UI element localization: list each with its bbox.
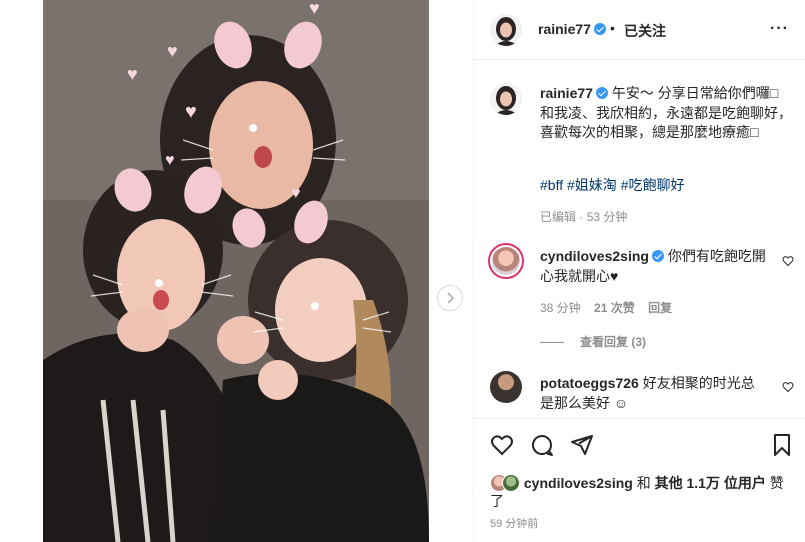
author-avatar-image: [490, 14, 522, 46]
post-actions-bar: [474, 418, 805, 470]
header-separator: •: [610, 20, 615, 36]
comment-bubble-icon[interactable]: [530, 433, 554, 457]
comment-avatar-image: [492, 247, 520, 275]
likes-lead-user[interactable]: cyndiloves2sing: [524, 475, 633, 491]
comment-meta: 38 分钟 21 次赞 回复: [540, 299, 672, 316]
view-replies-button[interactable]: 查看回复 (3): [540, 333, 646, 350]
caption-username[interactable]: rainie77: [540, 85, 593, 101]
caption-hashtags[interactable]: #bff #姐妹淘 #吃飽聊好: [540, 175, 684, 195]
comments-section: rainie77 午安～ 分享日常給你們囉□和我凌、我欣相約，永遠都是吃飽聊好，…: [474, 61, 805, 418]
carousel-next-button[interactable]: [437, 285, 463, 311]
comment-username[interactable]: potatoeggs726: [540, 375, 639, 391]
post-media-pane: ♥ ♥ ♥ ♥ ♥ ♥: [0, 0, 472, 542]
caption-author-avatar[interactable]: [490, 83, 522, 115]
liker-avatar: [502, 474, 520, 492]
comment-username[interactable]: cyndiloves2sing: [540, 248, 649, 264]
svg-text:♥: ♥: [185, 101, 197, 123]
caption-time[interactable]: 53 分钟: [587, 210, 628, 224]
reply-button[interactable]: 回复: [648, 301, 672, 315]
likes-others[interactable]: 其他: [655, 475, 683, 491]
likes-summary[interactable]: cyndiloves2sing 和 其他 1.1万 位用户 赞了: [490, 474, 790, 510]
post-photo[interactable]: ♥ ♥ ♥ ♥ ♥ ♥: [43, 0, 429, 542]
caption-author-avatar-image: [490, 83, 522, 115]
caption-meta: 已编辑 · 53 分钟: [540, 208, 627, 225]
post-header: rainie77 • 已关注 ···: [474, 0, 805, 60]
post-timestamp[interactable]: 59 分钟前: [490, 515, 538, 531]
share-paper-plane-icon[interactable]: [570, 433, 594, 457]
view-replies-label: 查看回复 (3): [580, 335, 647, 349]
svg-text:♥: ♥: [309, 0, 320, 18]
post-photo-illustration: ♥ ♥ ♥ ♥ ♥ ♥: [43, 0, 429, 542]
edited-label: 已编辑: [540, 210, 577, 224]
comment-potatoeggs726: potatoeggs726 好友相聚的时光总是那么美好 ☺: [540, 374, 768, 413]
view-replies-line: [540, 342, 564, 344]
svg-text:♥: ♥: [291, 185, 301, 202]
comment-avatar-cyndiloves2sing[interactable]: [488, 243, 524, 279]
like-heart-icon[interactable]: [490, 433, 514, 457]
likes-connector: 和: [636, 475, 651, 491]
post-sidebar: rainie77 • 已关注 ··· rainie77 午安～ 分享日常給你們囉…: [473, 0, 805, 542]
like-comment-heart-icon[interactable]: [782, 381, 794, 393]
like-comment-heart-icon[interactable]: [782, 255, 794, 267]
save-bookmark-icon[interactable]: [770, 433, 794, 457]
svg-text:♥: ♥: [165, 152, 175, 169]
verified-badge-icon: [651, 250, 664, 262]
comment-avatar-potatoeggs726[interactable]: [490, 371, 522, 403]
chevron-right-icon: [447, 292, 455, 304]
following-button[interactable]: 已关注: [624, 21, 666, 41]
author-avatar[interactable]: [490, 14, 522, 46]
comment-time[interactable]: 38 分钟: [540, 301, 581, 315]
meta-dot: ·: [579, 210, 584, 224]
svg-text:♥: ♥: [167, 41, 178, 61]
comment-likes[interactable]: 21 次赞: [594, 301, 635, 315]
author-username[interactable]: rainie77: [538, 21, 606, 37]
verified-badge-icon: [593, 23, 606, 35]
comment-cyndiloves2sing: cyndiloves2sing 你們有吃飽吃開心我就開心♥: [540, 247, 768, 286]
likes-count[interactable]: 1.1万: [687, 475, 720, 491]
more-options-button[interactable]: ···: [770, 20, 789, 38]
likes-unit: 位用户: [723, 475, 766, 491]
verified-badge-icon: [595, 87, 608, 99]
post-caption: rainie77 午安～ 分享日常給你們囉□和我凌、我欣相約，永遠都是吃飽聊好，…: [540, 84, 792, 143]
caption-greeting: 午安～: [611, 85, 654, 101]
svg-text:♥: ♥: [127, 64, 138, 84]
